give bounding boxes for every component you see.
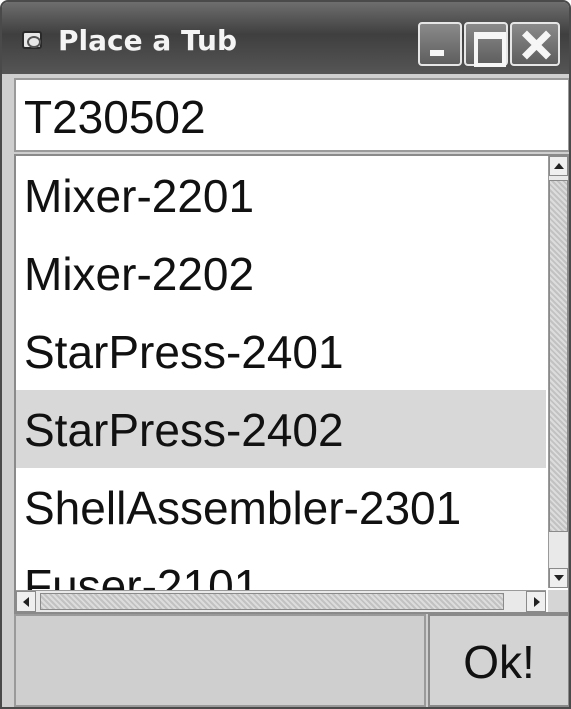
scroll-up-arrow-icon[interactable] bbox=[549, 156, 568, 176]
list-item[interactable]: Fuser-2101 bbox=[16, 546, 546, 590]
list-item[interactable]: Mixer-2201 bbox=[16, 156, 546, 234]
window-title: Place a Tub bbox=[58, 24, 237, 57]
place-a-tub-window: Place a Tub T230502 Mixer-2201 Mixer-220… bbox=[0, 0, 571, 709]
maximize-button[interactable] bbox=[464, 22, 508, 67]
close-button[interactable] bbox=[510, 22, 560, 66]
list-item[interactable]: StarPress-2401 bbox=[16, 312, 546, 390]
machine-list[interactable]: Mixer-2201 Mixer-2202 StarPress-2401 Sta… bbox=[14, 154, 569, 614]
scroll-down-arrow-icon[interactable] bbox=[549, 568, 568, 588]
list-item[interactable]: Mixer-2202 bbox=[16, 234, 546, 312]
horizontal-scroll-thumb[interactable] bbox=[40, 593, 504, 610]
scroll-left-arrow-icon[interactable] bbox=[16, 591, 36, 612]
status-area bbox=[14, 614, 426, 707]
tub-id-field[interactable]: T230502 bbox=[14, 78, 569, 152]
minimize-button[interactable] bbox=[418, 22, 462, 66]
java-cup-icon[interactable] bbox=[22, 31, 42, 49]
list-item-selected[interactable]: StarPress-2402 bbox=[16, 390, 546, 468]
button-bar: Ok! bbox=[14, 614, 569, 707]
scroll-right-arrow-icon[interactable] bbox=[526, 591, 546, 612]
ok-button[interactable]: Ok! bbox=[428, 614, 569, 707]
list-item[interactable]: ShellAssembler-2301 bbox=[16, 468, 546, 546]
list-viewport: Mixer-2201 Mixer-2202 StarPress-2401 Sta… bbox=[16, 156, 546, 590]
title-bar[interactable]: Place a Tub bbox=[2, 2, 569, 74]
horizontal-scrollbar[interactable] bbox=[16, 590, 546, 612]
vertical-scroll-thumb[interactable] bbox=[549, 180, 568, 532]
scroll-corner bbox=[548, 590, 568, 612]
vertical-scrollbar[interactable] bbox=[548, 156, 568, 588]
